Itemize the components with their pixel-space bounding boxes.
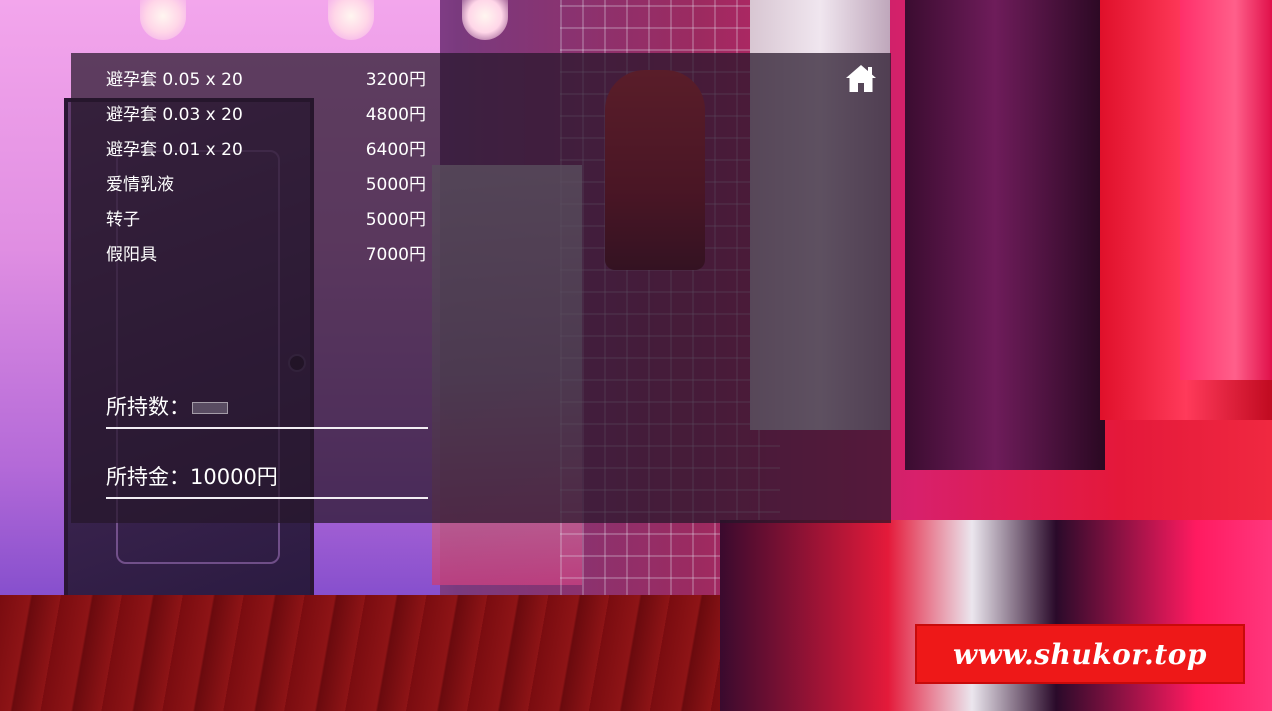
home-button[interactable]: [843, 61, 879, 97]
item-price: 3200円: [365, 70, 426, 90]
shop-item-rotor[interactable]: 转子 5000円: [106, 207, 426, 233]
background-purple-dress: [905, 0, 1105, 470]
item-price: 5000円: [365, 210, 426, 230]
quantity-owned: 所持数：: [106, 391, 428, 429]
item-price: 6400円: [365, 140, 426, 160]
money-label: 所持金：10000円: [106, 465, 278, 489]
shop-item-condom-003[interactable]: 避孕套 0.03 x 20 4800円: [106, 102, 426, 128]
item-price: 7000円: [365, 245, 426, 265]
background-pink-dress: [1180, 0, 1272, 380]
shop-panel: 避孕套 0.05 x 20 3200円 避孕套 0.03 x 20 4800円 …: [71, 53, 891, 523]
item-name: 爱情乳液: [106, 175, 174, 195]
shop-item-condom-001[interactable]: 避孕套 0.01 x 20 6400円: [106, 137, 426, 163]
shop-item-lotion[interactable]: 爱情乳液 5000円: [106, 172, 426, 198]
item-price: 4800円: [365, 105, 426, 125]
item-name: 避孕套 0.01 x 20: [106, 140, 243, 160]
quantity-input[interactable]: [192, 402, 228, 414]
item-name: 转子: [106, 210, 140, 230]
shop-item-condom-005[interactable]: 避孕套 0.05 x 20 3200円: [106, 67, 426, 93]
money-owned: 所持金：10000円: [106, 461, 428, 499]
game-scene: 避孕套 0.05 x 20 3200円 避孕套 0.03 x 20 4800円 …: [0, 0, 1272, 711]
item-price: 5000円: [365, 175, 426, 195]
item-name: 假阳具: [106, 245, 157, 265]
watermark-text: www.shukor.top: [953, 638, 1207, 671]
home-icon: [846, 65, 876, 92]
item-name: 避孕套 0.05 x 20: [106, 70, 243, 90]
item-name: 避孕套 0.03 x 20: [106, 105, 243, 125]
quantity-label: 所持数：: [106, 395, 190, 419]
ceiling-lamp: [462, 0, 508, 40]
shop-item-dildo[interactable]: 假阳具 7000円: [106, 242, 426, 268]
watermark: www.shukor.top: [915, 624, 1245, 684]
